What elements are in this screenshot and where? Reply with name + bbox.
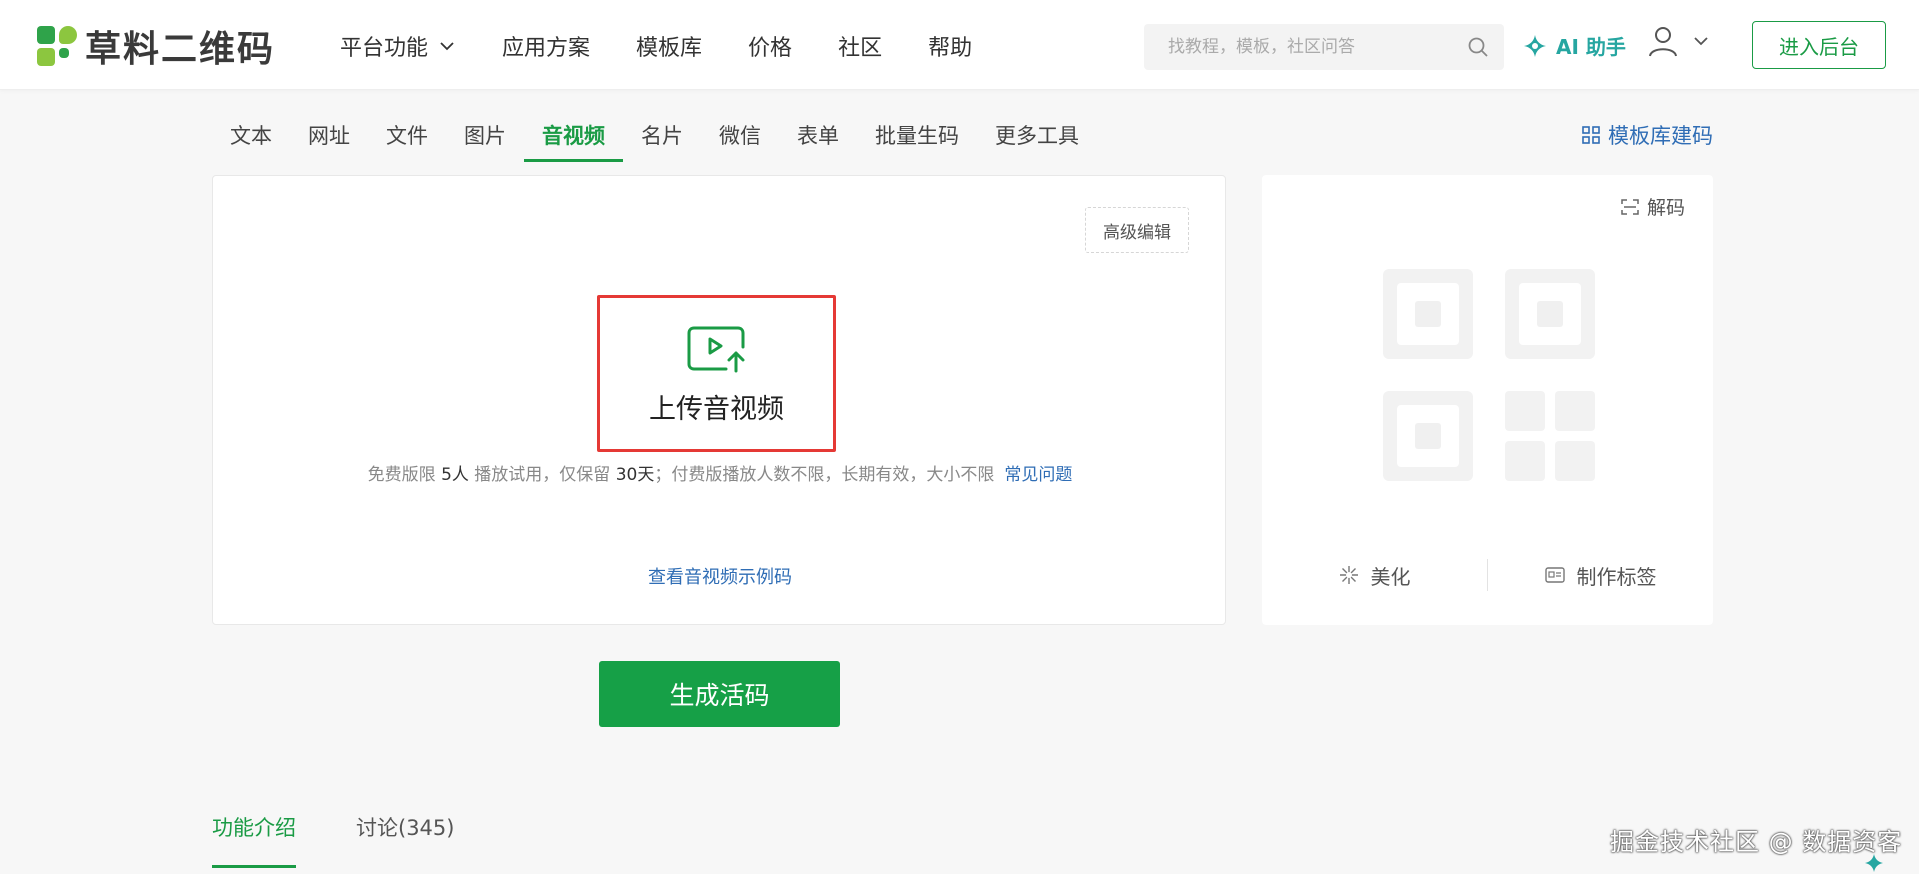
template-create-label: 模板库建码 <box>1608 124 1713 148</box>
search-bar <box>1144 24 1504 70</box>
user-icon <box>1649 27 1677 57</box>
top-header: 草料二维码 平台功能 应用方案 模板库 价格 社区 帮助 AI 助手 进入后台 <box>0 0 1919 90</box>
faq-link[interactable]: 常见问题 <box>1004 465 1072 485</box>
qr-preview-panel: 解码 美化 制作标签 <box>1262 175 1713 625</box>
nav-item-label: 平台功能 <box>340 36 429 61</box>
notice-text: 播放试用，仅保留 <box>468 465 616 485</box>
tab-more-tools[interactable]: 更多工具 <box>977 114 1097 162</box>
chevron-down-icon <box>440 42 454 51</box>
upload-label: 上传音视频 <box>649 394 784 425</box>
grid-icon <box>1582 126 1600 144</box>
upload-card: 高级编辑 上传音视频 免费版限 5人 播放试用，仅保留 30天；付费版播放人数不… <box>212 175 1226 625</box>
view-example-link[interactable]: 查看音视频示例码 <box>213 563 1227 589</box>
ai-assistant-button[interactable]: AI 助手 <box>1522 31 1626 60</box>
plan-notice: 免费版限 5人 播放试用，仅保留 30天；付费版播放人数不限，长期有效，大小不限… <box>213 460 1227 485</box>
tab-form[interactable]: 表单 <box>779 114 857 162</box>
nav-item-templates[interactable]: 模板库 <box>636 30 702 62</box>
notice-text: ；付费版播放人数不限，长期有效，大小不限 <box>654 465 995 485</box>
advanced-edit-button[interactable]: 高级编辑 <box>1085 207 1189 253</box>
upload-audio-video-button[interactable]: 上传音视频 <box>597 295 836 452</box>
label-icon <box>1544 567 1565 583</box>
search-input[interactable] <box>1144 24 1464 70</box>
tab-image[interactable]: 图片 <box>446 114 524 162</box>
floating-assistant-icon[interactable] <box>1856 850 1892 874</box>
beautify-label: 美化 <box>1370 564 1411 589</box>
main-nav: 平台功能 应用方案 模板库 价格 社区 帮助 <box>340 30 1018 62</box>
tab-audio-video[interactable]: 音视频 <box>524 114 623 162</box>
nav-item-help[interactable]: 帮助 <box>928 30 972 62</box>
nav-item-platform[interactable]: 平台功能 <box>340 30 456 62</box>
make-label-button[interactable]: 制作标签 <box>1488 561 1713 590</box>
type-tabs: 文本 网址 文件 图片 音视频 名片 微信 表单 批量生码 更多工具 <box>212 114 1097 162</box>
nav-item-community[interactable]: 社区 <box>838 30 882 62</box>
sparkle-icon <box>1339 566 1358 584</box>
tab-batch[interactable]: 批量生码 <box>857 114 977 162</box>
qr-placeholder-image <box>1383 269 1595 481</box>
ai-assistant-label: AI 助手 <box>1556 35 1626 59</box>
nav-item-solutions[interactable]: 应用方案 <box>502 30 590 62</box>
logo-mark-icon <box>37 26 77 66</box>
beautify-button[interactable]: 美化 <box>1262 561 1487 590</box>
tab-business-card[interactable]: 名片 <box>623 114 701 162</box>
tab-url[interactable]: 网址 <box>290 114 368 162</box>
nav-item-pricing[interactable]: 价格 <box>748 30 792 62</box>
template-create-link[interactable]: 模板库建码 <box>1582 120 1713 150</box>
enter-dashboard-button[interactable]: 进入后台 <box>1752 21 1886 69</box>
logo[interactable]: 草料二维码 <box>37 26 275 70</box>
tab-feature-intro[interactable]: 功能介绍 <box>212 812 296 868</box>
decode-button[interactable]: 解码 <box>1621 193 1685 220</box>
bottom-tabs: 功能介绍 讨论(345) <box>212 812 514 868</box>
logo-text: 草料二维码 <box>85 29 276 70</box>
ai-sparkle-icon <box>1524 34 1546 57</box>
notice-days: 30天 <box>615 465 655 485</box>
generate-code-button[interactable]: 生成活码 <box>599 661 840 727</box>
video-upload-icon <box>687 326 744 373</box>
user-menu[interactable] <box>1648 25 1710 57</box>
tab-wechat[interactable]: 微信 <box>701 114 779 162</box>
decode-label: 解码 <box>1646 197 1685 219</box>
preview-actions: 美化 制作标签 <box>1262 555 1713 595</box>
chevron-down-icon <box>1694 37 1708 46</box>
notice-people: 5人 <box>441 465 469 485</box>
tab-file[interactable]: 文件 <box>368 114 446 162</box>
notice-text: 免费版限 <box>367 465 442 485</box>
search-icon[interactable] <box>1466 35 1490 59</box>
scan-icon <box>1621 198 1639 215</box>
tab-discussion[interactable]: 讨论(345) <box>356 812 454 868</box>
tab-text[interactable]: 文本 <box>212 114 290 162</box>
make-label-label: 制作标签 <box>1576 564 1657 589</box>
